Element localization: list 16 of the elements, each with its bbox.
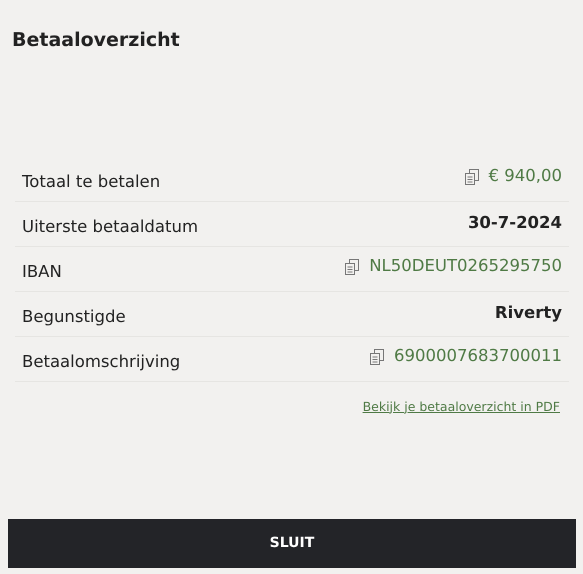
copyable-value: NL50DEUT0265295750 [369, 255, 562, 278]
row-value: Riverty [494, 302, 562, 324]
row-label: Uiterste betaaldatum [22, 216, 198, 238]
pdf-link[interactable]: Bekijk je betaaloverzicht in PDF [362, 398, 560, 416]
copyable-value: € 940,00 [488, 165, 562, 188]
row-label: Betaalomschrijving [22, 351, 180, 374]
copy-icon[interactable] [464, 168, 479, 184]
dialog-title: Betaaloverzicht [12, 28, 181, 53]
row-label: Begunstigde [22, 306, 126, 328]
copyable-value: 6900007683700011 [394, 345, 562, 368]
row-value: 30-7-2024 [468, 212, 562, 234]
copy-icon[interactable] [345, 258, 360, 274]
row-label: IBAN [22, 261, 62, 284]
close-button[interactable]: SLUIT [8, 519, 576, 568]
copy-icon[interactable] [370, 348, 384, 364]
row-label: Totaal te betalen [22, 171, 160, 194]
